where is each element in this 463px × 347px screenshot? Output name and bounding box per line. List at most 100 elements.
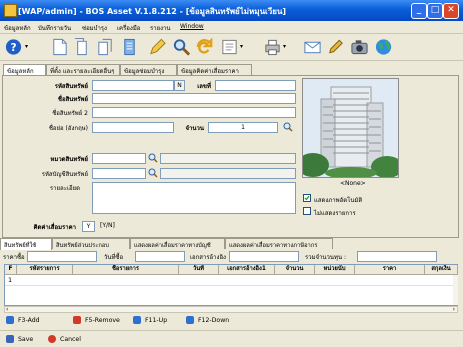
photo-caption: <None>: [340, 180, 366, 187]
account-lookup-icon[interactable]: [148, 168, 158, 178]
row-number: 1: [8, 276, 13, 284]
tab-maintenance[interactable]: ข้อมูลซ่อมบำรุง: [120, 64, 177, 75]
hide-list-label: ไม่แสดงรายการ: [314, 210, 356, 217]
svg-text:?: ?: [10, 42, 16, 54]
purchase-date-field[interactable]: [135, 251, 185, 262]
print-preview-icon[interactable]: [220, 37, 239, 57]
asset-name2-label: ชื่อสินทรัพย์ 2: [52, 110, 88, 117]
globe-icon[interactable]: [374, 37, 393, 57]
menu-window[interactable]: Window: [180, 23, 204, 30]
short-name-field[interactable]: [92, 122, 174, 133]
tab-depreciation[interactable]: ข้อมูลคิดค่าเสื่อมราคา: [177, 64, 252, 75]
refresh-icon[interactable]: [195, 37, 214, 57]
save-icon: [6, 335, 14, 343]
column-header[interactable]: หน่วยนับ: [315, 265, 355, 275]
column-header[interactable]: จำนวน: [275, 265, 315, 275]
depreciation-hint: [Y/N]: [100, 222, 115, 229]
window-title: [WAP/admin] - BOS Asset V.1.8.212 - [ข้อ…: [18, 7, 287, 16]
close-button[interactable]: ✕: [443, 3, 459, 19]
minimize-button[interactable]: _: [411, 3, 427, 19]
quantity-label: จำนวน: [185, 125, 204, 132]
quantity-lookup-icon[interactable]: [283, 122, 293, 132]
column-header[interactable]: สกุลเงิน: [425, 265, 458, 275]
hide-list-checkbox[interactable]: [303, 207, 311, 215]
grid-actions: F3-Add F5-Remove F11-Up F12-Down: [0, 314, 463, 328]
asset-name2-field[interactable]: [92, 107, 296, 118]
app-icon: [4, 4, 17, 17]
detail-textarea[interactable]: [92, 182, 296, 214]
remove-icon: [73, 316, 81, 324]
horizontal-scrollbar[interactable]: ‹ ›: [4, 306, 458, 313]
asset-code-field[interactable]: [92, 80, 174, 91]
category-lookup-icon[interactable]: [148, 153, 158, 163]
edit-pen-icon[interactable]: [148, 37, 167, 57]
menu-master[interactable]: ข้อมูลหลัก: [4, 23, 31, 33]
asset-flag-field[interactable]: N: [174, 80, 185, 91]
preview-dropdown-icon[interactable]: ▾: [240, 43, 243, 50]
account-code-field[interactable]: [92, 168, 146, 179]
mail-icon[interactable]: [303, 37, 322, 57]
column-header[interactable]: เอกสารอ้างอิง1: [219, 265, 275, 275]
help-dropdown-icon[interactable]: ▾: [25, 43, 28, 50]
print-icon[interactable]: [263, 37, 282, 57]
quantity-field[interactable]: 1: [208, 122, 278, 133]
notes-icon[interactable]: [120, 37, 139, 57]
purchase-price-label: ราคาซื้อ: [3, 254, 25, 261]
show-photo-checkbox[interactable]: [303, 194, 311, 202]
asset-name-field[interactable]: [92, 93, 296, 104]
category-field[interactable]: [92, 153, 146, 164]
add-row-button[interactable]: F3-Add: [6, 316, 40, 324]
column-header[interactable]: รหัสรายการ: [17, 265, 73, 275]
total-cost-label: รวมจำนวนทุน :: [305, 254, 346, 261]
camera-icon[interactable]: [350, 37, 369, 57]
main-tabs: ข้อมูลหลัก ที่ตั้ง และรายละเอียดอื่นๆ ข้…: [3, 64, 303, 76]
account-code-label: รหัสบัญชีสินทรัพย์: [41, 171, 88, 178]
add-icon: [6, 316, 14, 324]
move-down-button[interactable]: F12-Down: [186, 316, 229, 324]
scroll-left-icon[interactable]: ‹: [6, 306, 8, 313]
tab-tax-depr[interactable]: แสดงผลค่าเสื่อมราคาทางภาษีอากร: [225, 238, 333, 249]
print-dropdown-icon[interactable]: ▾: [283, 43, 286, 50]
column-header[interactable]: วันที่: [179, 265, 219, 275]
column-header[interactable]: ชื่อรายการ: [73, 265, 179, 275]
purchase-price-field[interactable]: [27, 251, 97, 262]
table-row[interactable]: 1: [5, 275, 457, 286]
tab-components[interactable]: สินทรัพย์ส่วนประกอบ: [52, 238, 130, 249]
search-icon[interactable]: [172, 37, 191, 57]
menu-report[interactable]: รายงาน: [150, 23, 171, 33]
asset-photo: [302, 78, 399, 178]
purchase-date-label: วันที่ซื้อ: [104, 254, 124, 261]
maximize-button[interactable]: □: [427, 3, 443, 19]
building-image: [303, 79, 398, 177]
menu-tools[interactable]: เครื่องมือ: [117, 23, 140, 33]
vertical-scrollbar[interactable]: [453, 275, 458, 305]
new-document-icon[interactable]: [50, 37, 69, 57]
copy-document-icon[interactable]: [72, 37, 91, 57]
remove-row-button[interactable]: F5-Remove: [73, 316, 120, 324]
title-bar: [WAP/admin] - BOS Asset V.1.8.212 - [ข้อ…: [0, 0, 463, 21]
account-name-field: [160, 168, 296, 179]
scroll-right-icon[interactable]: ›: [453, 306, 455, 313]
doc-ref-label: เอกสารอ้างอิง: [190, 254, 226, 261]
pencil-icon[interactable]: [326, 37, 345, 57]
category-label: หมวดสินทรัพย์: [50, 156, 88, 163]
documents-icon[interactable]: [96, 37, 115, 57]
category-name-field: [160, 153, 296, 164]
cancel-button[interactable]: Cancel: [48, 335, 81, 343]
toolbar: ? ▾ ▾ ▾: [0, 34, 463, 61]
help-icon[interactable]: ?: [4, 37, 23, 57]
column-header[interactable]: ราคา: [355, 265, 425, 275]
asset-code-label: รหัสสินทรัพย์: [54, 83, 88, 90]
column-header[interactable]: F: [5, 265, 17, 275]
save-button[interactable]: Save: [6, 335, 33, 343]
doc-ref-field[interactable]: [229, 251, 299, 262]
move-up-button[interactable]: F11-Up: [133, 316, 167, 324]
tab-location[interactable]: ที่ตั้ง และรายละเอียดอื่นๆ: [46, 64, 120, 75]
tab-accounting-depr[interactable]: แสดงผลค่าเสื่อมราคาทางบัญชี: [130, 238, 225, 249]
asset-name-label: ชื่อสินทรัพย์: [57, 96, 88, 103]
depreciation-field[interactable]: Y: [82, 221, 95, 232]
tab-used-assets[interactable]: สินทรัพย์ที่ใช้: [0, 238, 52, 250]
menu-maintenance[interactable]: ซ่อมบำรุง: [82, 23, 107, 33]
menu-daily[interactable]: บันทึกรายวัน: [38, 23, 71, 33]
number-field[interactable]: [215, 80, 296, 91]
